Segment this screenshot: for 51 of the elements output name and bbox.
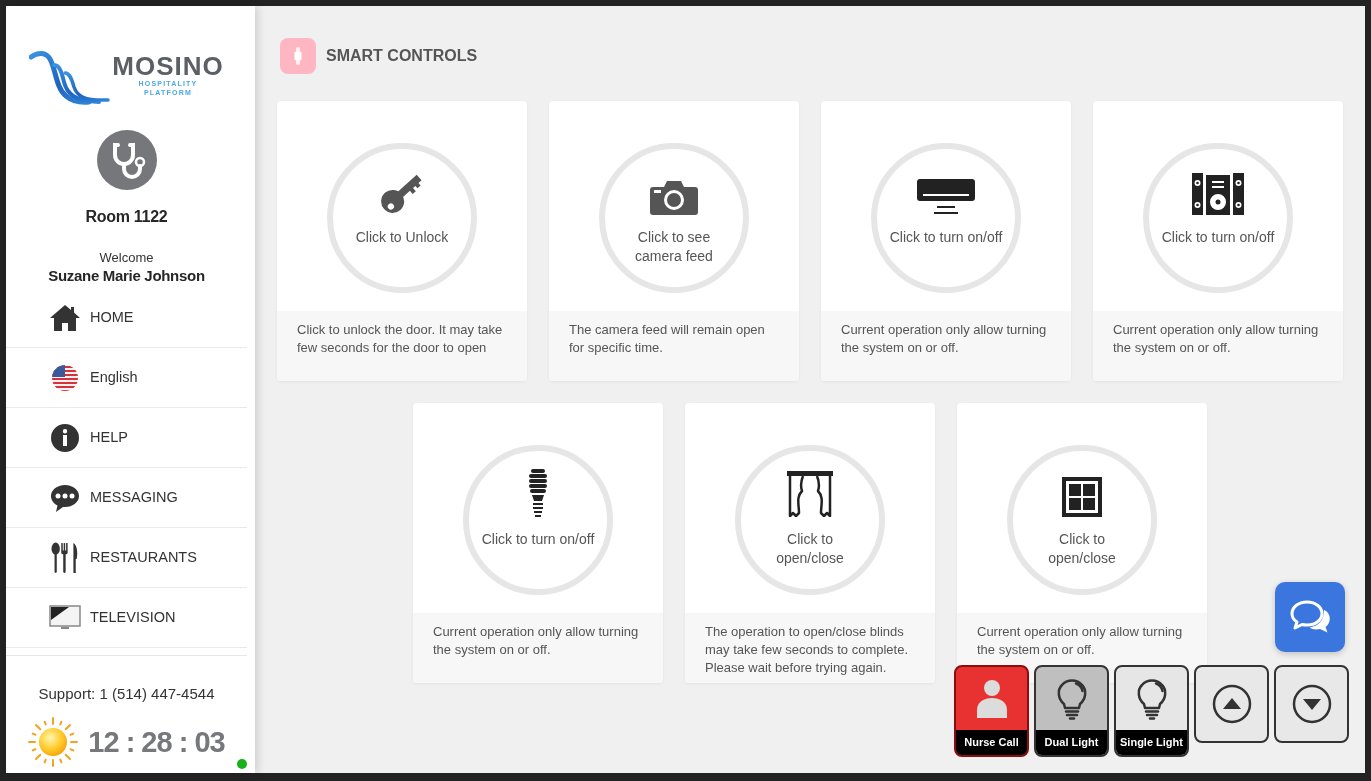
page-title: SMART CONTROLS [326,46,478,66]
watch-icon [280,38,316,74]
chat-button[interactable] [1275,582,1345,652]
support-phone: Support: 1 (514) 447-4544 [38,684,215,704]
arrow-up-circle-icon [1211,684,1252,724]
control-button[interactable]: Click to open/close [1007,445,1157,595]
card-description: Current operation only allow turning the system on or off. [413,613,663,683]
nav-item[interactable]: English [6,348,247,408]
spiral-bulb-icon [528,469,548,517]
speaker-system-icon [1192,173,1244,215]
logo-wordmark: MOSINO [112,53,224,79]
home-icon [50,302,80,333]
curtains-icon [787,471,833,517]
card-description: The operation to open/close blinds may take few seconds to complete. Please wait before trying again. [685,613,935,683]
light-button[interactable]: Dual Light [1034,665,1109,757]
chat-bubbles-icon [1289,599,1331,635]
nav-item[interactable]: TELEVISION [6,588,247,648]
person-icon [976,679,1007,718]
light-button[interactable]: Single Light [1114,665,1189,757]
card-description: Current operation only allow turning the system on or off. [821,311,1071,381]
control-button[interactable]: Click to turn on/off [1143,143,1293,293]
clock-time: 12 : 28 : 03 [88,725,225,759]
control-button[interactable]: Click to turn on/off [871,143,1021,293]
card-description: Click to unlock the door. It may take few seconds for the door to open [277,311,527,381]
guest-name: Suzane Marie Johnson [48,266,205,286]
wave-logo-icon [29,50,112,106]
sun-icon [28,717,79,767]
window-icon [1062,477,1102,517]
control-button[interactable]: Click to see camera feed [599,143,749,293]
cutlery-icon [51,541,79,574]
scroll-up-button[interactable] [1194,665,1269,743]
nav-item[interactable]: HOME [6,288,247,348]
air-conditioner-icon [917,179,975,215]
television-icon [49,604,81,631]
arrow-down-circle-icon [1291,684,1332,724]
nurse-call-button[interactable]: Nurse Call [954,665,1029,757]
card-description: The camera feed will remain open for specific time. [549,311,799,381]
stethoscope-icon [96,130,157,190]
welcome-text: Welcome [99,250,154,266]
control-button[interactable]: Click to turn on/off [463,445,613,595]
camera-icon [650,179,698,215]
nav-item[interactable]: MESSAGING [6,468,247,528]
scroll-down-button[interactable] [1274,665,1349,743]
room-number: Room 1122 [85,207,168,227]
nav-item[interactable]: RESTAURANTS [6,528,247,588]
control-button[interactable]: Click to Unlock [327,143,477,293]
info-icon [50,422,80,453]
chat-bubble-icon [50,482,80,513]
nav-item[interactable]: HELP [6,408,247,468]
control-button[interactable]: Click to open/close [735,445,885,595]
card-description: Current operation only allow turning the system on or off. [1093,311,1343,381]
